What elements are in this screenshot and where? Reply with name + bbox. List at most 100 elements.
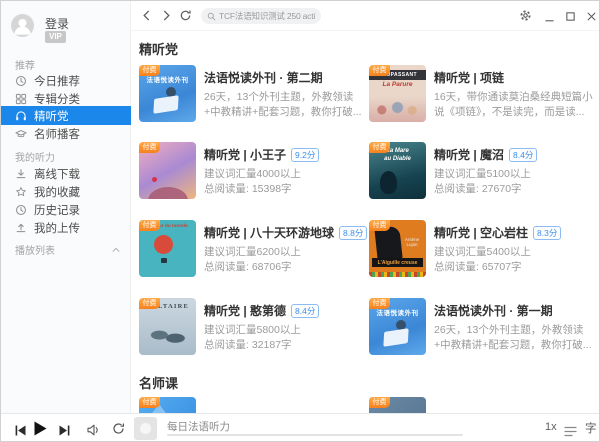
sidebar-item-offline-download[interactable]: 离线下载	[1, 164, 131, 183]
close-icon	[586, 11, 597, 22]
gear-icon	[519, 9, 532, 22]
album-card[interactable]: 付费 VOLTAIRE 精听党 | 憨第德8.4分 建议词汇量5800以上 总阅…	[139, 298, 365, 358]
album-desc-line2: 总阅读量: 68706字	[204, 259, 292, 274]
section-label-playlist: 播放列表	[15, 242, 55, 257]
paid-badge: 付费	[139, 142, 160, 153]
album-cover[interactable]: 付费 Le tour du monde	[139, 220, 196, 277]
topbar: TCF法语知识测试 250 activ	[131, 1, 600, 31]
subtitle-button[interactable]: 字	[585, 420, 597, 436]
section-label-mylistening: 我的听力	[15, 149, 55, 164]
forward-button[interactable]	[160, 9, 173, 27]
album-title: 法语悦读外刊 · 第一期	[434, 302, 553, 319]
album-cover[interactable]: 付费 MAUPASSANT La Parure	[369, 65, 426, 122]
progress-bar[interactable]	[167, 434, 463, 436]
login-link[interactable]: 登录	[45, 15, 69, 32]
sidebar-item-mingshi-podcast[interactable]: 名师播客	[1, 124, 131, 143]
album-card[interactable]: 付费 法语悦读外刊 法语悦读外刊 · 第一期 26天，13个外刊主题，外教领读 …	[369, 298, 595, 358]
player-bar: 每日法语听力 1x 字	[1, 413, 600, 442]
album-title: 精听党 | 八十天环游地球 8.8分	[204, 224, 367, 241]
headphones-icon	[15, 110, 27, 122]
album-desc-line2: 总阅读量: 15398字	[204, 181, 292, 196]
album-title-text: 精听党 | 小王子	[204, 148, 286, 162]
back-button[interactable]	[140, 9, 153, 27]
sidebar-item-history[interactable]: 历史记录	[1, 200, 131, 219]
cover-subtitle-text: La Parure	[369, 81, 426, 88]
sidebar-item-jingtingdang[interactable]: 精听党	[1, 106, 131, 125]
album-cover[interactable]: 付费 VOLTAIRE	[139, 298, 196, 355]
minimize-button[interactable]	[544, 11, 555, 29]
album-desc-line1: 建议词汇量6200以上	[204, 244, 301, 259]
history-icon	[15, 204, 27, 216]
album-cover[interactable]: 付费 法语悦读外刊	[139, 65, 196, 122]
album-desc-line2: 总阅读量: 32187字	[204, 337, 292, 352]
volume-button[interactable]	[87, 423, 101, 441]
section-label-recommend: 推荐	[15, 57, 35, 72]
album-title: 精听党 | 项链	[434, 69, 504, 86]
maximize-button[interactable]	[565, 9, 576, 27]
previous-track-button[interactable]	[15, 423, 26, 441]
sidebar-item-label: 今日推荐	[34, 73, 80, 89]
avatar[interactable]	[11, 14, 34, 37]
sidebar-item-label: 我的收藏	[34, 184, 80, 200]
album-desc-line1: 26天，13个外刊主题，外教领读	[204, 89, 353, 104]
album-desc-line1: 建议词汇量5400以上	[434, 244, 531, 259]
search-text: TCF法语知识测试 250 activ	[219, 10, 315, 22]
playback-speed-button[interactable]: 1x	[545, 421, 557, 433]
speaker-icon	[87, 424, 101, 436]
paid-badge: 付费	[369, 142, 390, 153]
refresh-button[interactable]	[179, 9, 192, 27]
paid-badge: 付费	[139, 65, 160, 76]
album-title-text: 精听党 | 空心岩柱	[434, 226, 528, 240]
paid-badge: 付费	[369, 65, 390, 76]
sidebar-item-label: 历史记录	[34, 202, 80, 218]
sidebar-item-favorites[interactable]: 我的收藏	[1, 182, 131, 201]
now-playing-title: 每日法语听力	[167, 419, 230, 434]
album-desc-line2: +中教精讲+配套习题，教你打破...	[204, 104, 362, 119]
playlist-collapse-button[interactable]	[111, 242, 121, 260]
download-icon	[15, 168, 27, 180]
album-card[interactable]: 付费 Arsène Lupin L'Aiguille creuse 精听党 | …	[369, 220, 595, 280]
user-icon	[11, 14, 34, 37]
sidebar-item-today[interactable]: 今日推荐	[1, 71, 131, 90]
album-card[interactable]: 付费 MAUPASSANT La Parure 精听党 | 项链 16天，带你通…	[369, 65, 595, 125]
album-title-text: 精听党 | 魔沼	[434, 148, 504, 162]
paid-badge: 付费	[139, 397, 160, 408]
album-title-text: 精听党 | 憨第德	[204, 304, 286, 318]
search-input[interactable]: TCF法语知识测试 250 activ	[201, 8, 321, 24]
next-track-button[interactable]	[59, 423, 70, 441]
sidebar-item-my-uploads[interactable]: 我的上传	[1, 218, 131, 237]
album-desc-line1: 建议词汇量4000以上	[204, 166, 301, 181]
next-icon	[59, 425, 70, 436]
album-title: 法语悦读外刊 · 第二期	[204, 69, 323, 86]
album-card[interactable]: 付费 Le tour du monde 精听党 | 八十天环游地球 8.8分 建议…	[139, 220, 365, 280]
chevron-up-icon	[111, 245, 121, 255]
settings-button[interactable]	[519, 9, 532, 27]
playlist-button[interactable]	[564, 424, 577, 442]
now-playing-thumbnail[interactable]	[134, 417, 157, 440]
refresh-icon	[179, 9, 192, 22]
course-cover[interactable]: 付费	[139, 397, 196, 413]
repeat-icon	[112, 422, 125, 435]
album-card[interactable]: 付费 法语悦读外刊 法语悦读外刊 · 第二期 26天，13个外刊主题，外教领读 …	[139, 65, 365, 125]
chevron-right-icon	[160, 9, 173, 22]
album-cover[interactable]: 付费 法语悦读外刊	[369, 298, 426, 355]
album-title: 精听党 | 魔沼8.4分	[434, 146, 537, 163]
course-cover[interactable]: 付费	[369, 397, 426, 413]
album-card[interactable]: 付费 精听党 | 小王子9.2分 建议词汇量4000以上 总阅读量: 15398…	[139, 142, 365, 202]
album-desc-line2: +中教精讲+配套习题，教你打破...	[434, 337, 592, 352]
album-desc-line1: 建议词汇量5100以上	[434, 166, 531, 181]
album-title-text: 精听党 | 八十天环游地球	[204, 226, 334, 240]
album-desc-line1: 16天，带你通读莫泊桑经典短篇小	[434, 89, 593, 104]
repeat-button[interactable]	[112, 422, 125, 440]
play-button[interactable]	[34, 421, 47, 441]
previous-icon	[15, 425, 26, 436]
album-title: 精听党 | 空心岩柱 8.3分	[434, 224, 561, 241]
close-button[interactable]	[586, 9, 597, 27]
score-badge: 8.4分	[291, 304, 319, 318]
score-badge: 8.3分	[533, 226, 561, 240]
album-cover[interactable]: 付费	[139, 142, 196, 199]
score-badge: 8.8分	[339, 226, 367, 240]
album-cover[interactable]: 付费 La Mare au Diable	[369, 142, 426, 199]
album-cover[interactable]: 付费 Arsène Lupin L'Aiguille creuse	[369, 220, 426, 277]
album-card[interactable]: 付费 La Mare au Diable 精听党 | 魔沼8.4分 建议词汇量5…	[369, 142, 595, 202]
